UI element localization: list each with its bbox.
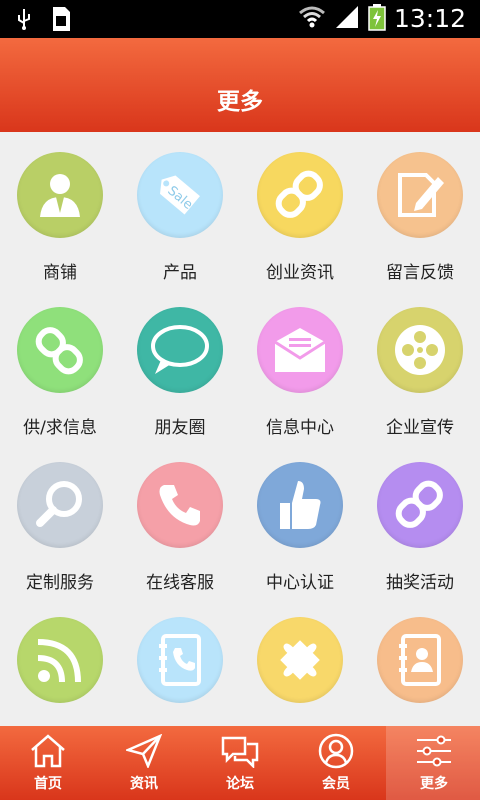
signal-icon xyxy=(334,4,360,34)
sale-tag-icon: Sale xyxy=(137,152,223,238)
feature-grid: 商铺 Sale 产品 创业资讯 留言反馈 供/求信息 朋友圈 信息中心 企业宣传… xyxy=(0,132,480,724)
film-reel-icon xyxy=(377,307,463,393)
page-title: 更多 xyxy=(217,89,263,115)
grid-item-label: 定制服务 xyxy=(26,573,94,593)
thumbs-up-icon xyxy=(257,462,343,548)
grid-item-supply-demand[interactable]: 供/求信息 xyxy=(0,287,120,442)
phone-icon xyxy=(137,462,223,548)
nav-item-label: 更多 xyxy=(420,776,448,792)
grid-item-phonebook[interactable] xyxy=(120,597,240,724)
app-header: 更多 xyxy=(0,38,480,132)
nav-item-home[interactable]: 首页 xyxy=(0,726,96,800)
grid-item-shop[interactable]: 商铺 xyxy=(0,132,120,287)
nav-item-label: 论坛 xyxy=(226,776,254,792)
grid-item-corporate-promo[interactable]: 企业宣传 xyxy=(360,287,480,442)
grid-item-custom-service[interactable]: 定制服务 xyxy=(0,442,120,597)
grid-item-label: 产品 xyxy=(163,263,197,283)
battery-charging-icon xyxy=(368,3,386,35)
sim-card-icon xyxy=(50,6,72,36)
grid-item-lottery[interactable]: 抽奖活动 xyxy=(360,442,480,597)
send-icon xyxy=(124,733,164,769)
nav-item-news[interactable]: 资讯 xyxy=(96,726,192,800)
grid-item-friends[interactable]: 朋友圈 xyxy=(120,287,240,442)
user-icon xyxy=(316,733,356,769)
mail-icon xyxy=(257,307,343,393)
grid-item-label: 供/求信息 xyxy=(23,418,97,438)
phonebook-icon xyxy=(137,617,223,703)
link-icon xyxy=(377,462,463,548)
grid-item-feedback[interactable]: 留言反馈 xyxy=(360,132,480,287)
bottom-nav: 首页 资讯 论坛 会员 更多 xyxy=(0,726,480,800)
grid-item-label: 抽奖活动 xyxy=(386,573,454,593)
rss-icon xyxy=(17,617,103,703)
grid-item-message-center[interactable]: 信息中心 xyxy=(240,287,360,442)
grid-item-puzzle[interactable] xyxy=(240,597,360,724)
nav-item-label: 资讯 xyxy=(130,776,158,792)
status-bar: 13:12 xyxy=(0,0,480,38)
grid-item-online-support[interactable]: 在线客服 xyxy=(120,442,240,597)
settings-sliders-icon xyxy=(414,733,454,769)
wifi-icon xyxy=(298,4,326,34)
usb-icon xyxy=(14,7,34,35)
grid-item-label: 创业资讯 xyxy=(266,263,334,283)
grid-item-products[interactable]: Sale 产品 xyxy=(120,132,240,287)
nav-item-more[interactable]: 更多 xyxy=(386,726,480,800)
nav-item-forum[interactable]: 论坛 xyxy=(192,726,288,800)
home-icon xyxy=(28,733,68,769)
grid-item-label: 在线客服 xyxy=(146,573,214,593)
chat-icon xyxy=(220,733,260,769)
contacts-icon xyxy=(377,617,463,703)
nav-item-member[interactable]: 会员 xyxy=(288,726,384,800)
nav-item-label: 会员 xyxy=(322,776,350,792)
grid-item-label: 企业宣传 xyxy=(386,418,454,438)
edit-icon xyxy=(377,152,463,238)
clock: 13:12 xyxy=(393,4,466,33)
grid-item-label: 朋友圈 xyxy=(154,418,206,438)
grid-item-label: 留言反馈 xyxy=(386,263,454,283)
grid-item-label: 中心认证 xyxy=(266,573,334,593)
nav-item-label: 首页 xyxy=(34,776,62,792)
status-left xyxy=(14,6,72,36)
status-right: 13:12 xyxy=(298,2,466,36)
grid-item-contacts[interactable] xyxy=(360,597,480,724)
grid-item-rss[interactable] xyxy=(0,597,120,724)
magnifier-icon xyxy=(17,462,103,548)
grid-item-label: 商铺 xyxy=(43,263,77,283)
link-icon xyxy=(17,307,103,393)
grid-item-label: 信息中心 xyxy=(266,418,334,438)
person-icon xyxy=(17,152,103,238)
chat-bubble-icon xyxy=(137,307,223,393)
puzzle-icon xyxy=(257,617,343,703)
link-icon xyxy=(257,152,343,238)
grid-item-startup-news[interactable]: 创业资讯 xyxy=(240,132,360,287)
grid-item-certification[interactable]: 中心认证 xyxy=(240,442,360,597)
